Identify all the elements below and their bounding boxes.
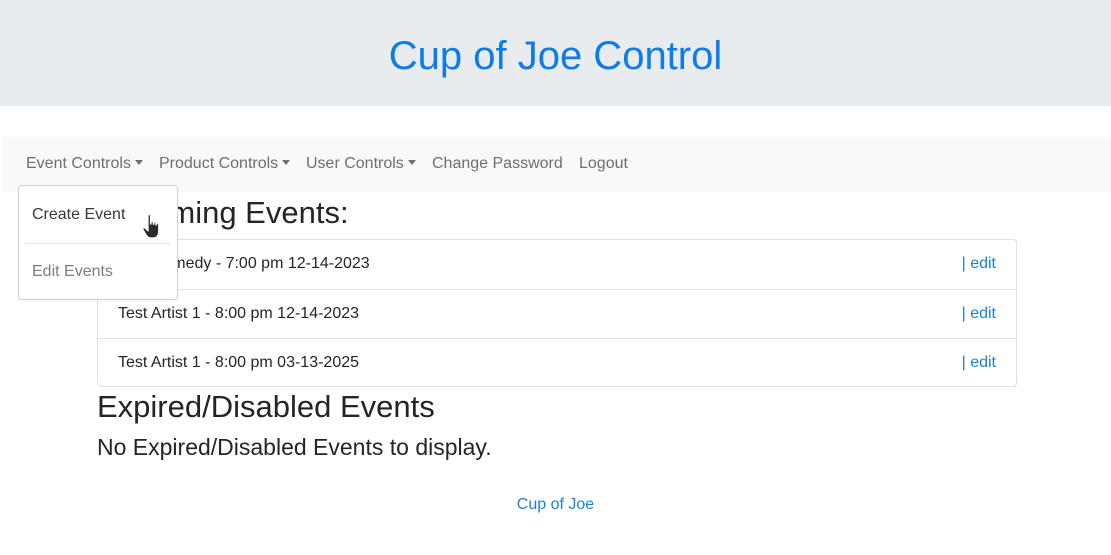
event-row-text: Test Artist 1 - 8:00 pm 12-14-2023 xyxy=(118,305,360,322)
event-row: Test Artist 1 - 8:00 pm 03-13-2025 | edi… xyxy=(98,338,1016,387)
caret-down-icon xyxy=(134,160,143,165)
nav-event-controls-label: Event Controls xyxy=(26,155,131,172)
upcoming-events-list: Test Comedy - 7:00 pm 12-14-2023 | edit … xyxy=(97,239,1017,387)
event-controls-dropdown-menu: Create Event Edit Events xyxy=(18,185,178,300)
page-header: Cup of Joe Control xyxy=(0,0,1111,106)
hand-pointer-icon xyxy=(142,213,160,239)
nav-user-controls[interactable]: User Controls xyxy=(306,155,416,173)
dropdown-divider xyxy=(25,243,171,244)
event-row: Test Comedy - 7:00 pm 12-14-2023 | edit xyxy=(98,240,1016,289)
caret-down-icon xyxy=(407,160,416,165)
page-title: Cup of Joe Control xyxy=(388,33,723,78)
event-row: Test Artist 1 - 8:00 pm 12-14-2023 | edi… xyxy=(98,289,1016,338)
nav-product-controls[interactable]: Product Controls xyxy=(159,155,291,173)
event-edit-link[interactable]: | edit xyxy=(962,305,996,323)
expired-events-heading: Expired/Disabled Events xyxy=(97,389,435,424)
nav-event-controls[interactable]: Event Controls xyxy=(26,155,143,173)
nav-user-controls-label: User Controls xyxy=(306,155,404,172)
dropdown-item-create-event[interactable]: Create Event xyxy=(32,206,125,224)
expired-empty-message: No Expired/Disabled Events to display. xyxy=(97,434,492,460)
caret-down-icon xyxy=(282,160,291,165)
footer-link[interactable]: Cup of Joe xyxy=(0,496,1111,514)
event-edit-link[interactable]: | edit xyxy=(962,354,996,372)
nav-product-controls-label: Product Controls xyxy=(159,155,279,172)
navbar: Event Controls Product Controls User Con… xyxy=(2,137,1111,192)
nav-logout[interactable]: Logout xyxy=(579,155,628,173)
nav-change-password[interactable]: Change Password xyxy=(432,155,563,173)
event-row-text: Test Artist 1 - 8:00 pm 03-13-2025 xyxy=(118,354,360,371)
event-edit-link[interactable]: | edit xyxy=(962,255,996,273)
dropdown-item-edit-events[interactable]: Edit Events xyxy=(32,263,113,281)
